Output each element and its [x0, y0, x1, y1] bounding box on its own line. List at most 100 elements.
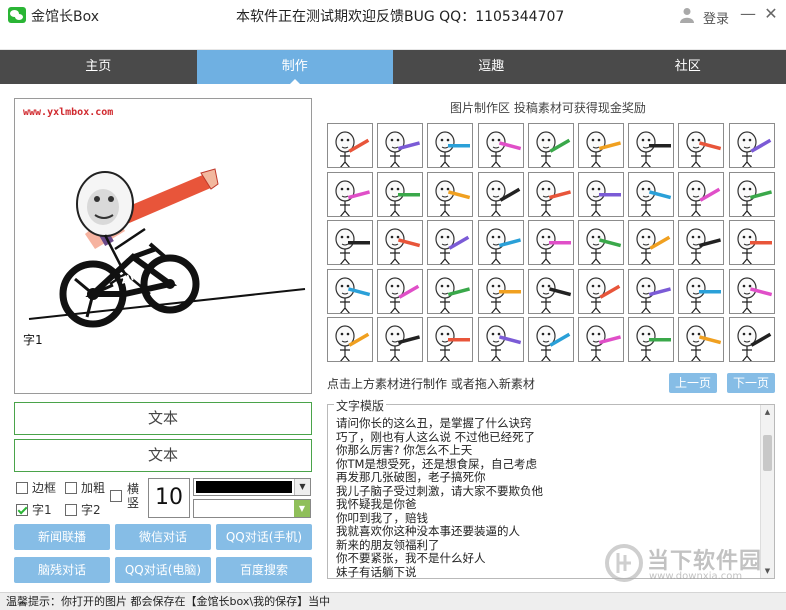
- material-thumbnail[interactable]: [578, 268, 624, 314]
- template-item[interactable]: 再发那几张破图，老子搞死你: [336, 471, 756, 485]
- material-thumbnail[interactable]: [377, 171, 424, 217]
- font-select[interactable]: ▼: [193, 499, 311, 518]
- material-thumbnail[interactable]: [578, 220, 624, 265]
- material-thumbnail[interactable]: [427, 220, 474, 265]
- material-thumbnail[interactable]: [527, 123, 574, 168]
- char2-label: 字2: [81, 503, 101, 517]
- template-item[interactable]: 我儿子脑子受过刺激，请大家不要欺负他: [336, 485, 756, 499]
- char2-checkbox[interactable]: [65, 503, 77, 516]
- material-thumbnail[interactable]: [377, 123, 424, 168]
- material-thumbnail[interactable]: [728, 220, 775, 265]
- news-button[interactable]: 新闻联播: [14, 524, 110, 550]
- materials-title: 图片制作区 投稿素材可获得现金奖励: [450, 101, 646, 115]
- template-item[interactable]: 巧了，刚也有人这么说 不过他已经死了: [336, 431, 756, 445]
- orientation-option[interactable]: [110, 490, 126, 502]
- brain-chat-button[interactable]: 脑残对话: [14, 557, 110, 583]
- material-thumbnail[interactable]: [427, 268, 474, 314]
- material-thumbnail[interactable]: [327, 171, 373, 217]
- material-thumbnail[interactable]: [628, 171, 675, 217]
- material-thumbnail[interactable]: [628, 317, 675, 362]
- material-thumbnail[interactable]: [678, 268, 725, 314]
- title-bar: 金馆长Box 本软件正在测试期欢迎反馈BUG QQ：1105344707 登录 …: [0, 0, 786, 50]
- material-thumbnail[interactable]: [578, 317, 624, 362]
- site-logo-icon: [605, 544, 643, 582]
- close-button[interactable]: ✕: [761, 4, 781, 24]
- material-thumbnail[interactable]: [427, 123, 474, 168]
- material-thumbnail[interactable]: [728, 317, 775, 362]
- scroll-up-icon[interactable]: ▲: [761, 405, 774, 419]
- material-thumbnail[interactable]: [728, 123, 775, 168]
- materials-hint: 点击上方素材进行制作 或者拖入新素材: [327, 377, 535, 391]
- material-thumbnail[interactable]: [578, 171, 624, 217]
- material-thumbnail[interactable]: [527, 317, 574, 362]
- material-thumbnail[interactable]: [427, 171, 474, 217]
- bold-option[interactable]: 加粗: [65, 479, 105, 496]
- site-url: www.downxia.com: [649, 571, 743, 582]
- app-title: 金馆长Box: [31, 9, 100, 25]
- next-page-button[interactable]: 下一页: [727, 373, 775, 393]
- material-thumbnail[interactable]: [477, 317, 524, 362]
- material-thumbnail[interactable]: [678, 317, 725, 362]
- template-item[interactable]: 你TM是想受死，还是想食屎，自己考虑: [336, 458, 756, 472]
- tab-fun[interactable]: 逗趣: [393, 50, 590, 84]
- tab-make[interactable]: 制作: [196, 50, 393, 85]
- login-button[interactable]: 登录: [703, 8, 729, 27]
- material-thumbnail[interactable]: [477, 220, 524, 265]
- material-thumbnail[interactable]: [527, 171, 574, 217]
- material-thumbnail[interactable]: [728, 171, 775, 217]
- material-thumbnail[interactable]: [628, 268, 675, 314]
- template-item[interactable]: 我怀疑我是你爸: [336, 498, 756, 512]
- text-color-select[interactable]: ▼: [193, 478, 311, 496]
- template-item[interactable]: 你叩到我了，赔钱: [336, 512, 756, 526]
- char2-option[interactable]: 字2: [65, 501, 101, 518]
- chevron-down-icon[interactable]: ▼: [294, 500, 310, 517]
- material-thumbnail[interactable]: [678, 220, 725, 265]
- minimize-button[interactable]: —: [738, 4, 758, 24]
- material-thumbnail[interactable]: [427, 317, 474, 362]
- meme-canvas[interactable]: ZIPP www.yxlmbox.com 字1: [14, 98, 312, 394]
- material-thumbnail[interactable]: [477, 171, 524, 217]
- char1-checkbox[interactable]: [16, 503, 28, 516]
- qq-mobile-chat-button[interactable]: QQ对话(手机): [216, 524, 312, 550]
- qq-pc-chat-button[interactable]: QQ对话(电脑): [115, 557, 211, 583]
- tab-community[interactable]: 社区: [590, 50, 786, 84]
- template-item[interactable]: 你那么厉害? 你怎么不上天: [336, 444, 756, 458]
- text-input-2[interactable]: 文本: [14, 439, 312, 472]
- material-thumbnail[interactable]: [527, 268, 574, 314]
- border-option[interactable]: 边框: [16, 479, 56, 496]
- bold-label: 加粗: [81, 481, 106, 495]
- material-thumbnail[interactable]: [678, 171, 725, 217]
- material-thumbnail[interactable]: [377, 317, 424, 362]
- user-icon[interactable]: [680, 7, 694, 23]
- material-thumbnail[interactable]: [327, 220, 373, 265]
- template-item[interactable]: 请问你长的这么丑，是掌握了什么诀窍: [336, 417, 756, 431]
- border-checkbox[interactable]: [16, 481, 28, 494]
- font-size-field[interactable]: 10: [148, 478, 190, 518]
- scroll-thumb[interactable]: [763, 435, 772, 471]
- canvas-overlay-text[interactable]: 字1: [23, 331, 43, 348]
- chevron-down-icon[interactable]: ▼: [294, 479, 310, 495]
- template-item[interactable]: 我就喜欢你这种没本事还要装逼的人: [336, 525, 756, 539]
- material-thumbnail[interactable]: [578, 123, 624, 168]
- material-thumbnail[interactable]: [377, 220, 424, 265]
- material-thumbnail[interactable]: [628, 123, 675, 168]
- material-thumbnail[interactable]: [477, 123, 524, 168]
- bold-checkbox[interactable]: [65, 481, 77, 494]
- material-thumbnail[interactable]: [327, 317, 373, 362]
- material-thumbnail[interactable]: [327, 268, 373, 314]
- tab-home[interactable]: 主页: [0, 50, 197, 84]
- char1-option[interactable]: 字1: [16, 501, 52, 518]
- material-thumbnail[interactable]: [728, 268, 775, 314]
- material-thumbnail[interactable]: [377, 268, 424, 314]
- wechat-chat-button[interactable]: 微信对话: [115, 524, 211, 550]
- orientation-label: 横竖: [127, 482, 140, 510]
- material-thumbnail[interactable]: [527, 220, 574, 265]
- orientation-checkbox[interactable]: [110, 490, 122, 502]
- material-thumbnail[interactable]: [477, 268, 524, 314]
- text-input-1[interactable]: 文本: [14, 402, 312, 435]
- baidu-search-button[interactable]: 百度搜索: [216, 557, 312, 583]
- prev-page-button[interactable]: 上一页: [669, 373, 717, 393]
- material-thumbnail[interactable]: [327, 123, 373, 168]
- material-thumbnail[interactable]: [678, 123, 725, 168]
- material-thumbnail[interactable]: [628, 220, 675, 265]
